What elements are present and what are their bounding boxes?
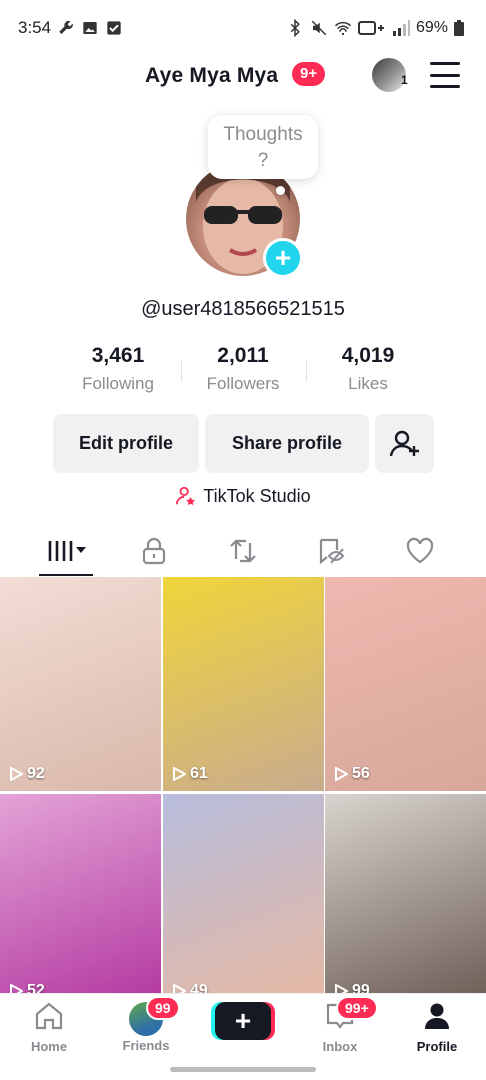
nav-home-label: Home	[30, 1039, 68, 1054]
tab-reposts[interactable]	[213, 526, 273, 576]
friends-badge: 99	[146, 996, 180, 1020]
nav-home[interactable]: Home	[9, 1002, 89, 1054]
add-user-icon	[389, 430, 419, 456]
wrench-icon	[57, 19, 75, 37]
play-icon	[335, 767, 348, 781]
profile-name-switcher[interactable]: Aye Mya Mya	[145, 64, 278, 88]
tab-liked[interactable]	[390, 526, 450, 576]
user-handle: @user4818566521515	[141, 298, 345, 320]
battery-percent: 69%	[415, 19, 448, 36]
profile-icon	[425, 1003, 449, 1029]
view-count: 92	[9, 765, 45, 783]
play-icon	[173, 767, 186, 781]
create-button[interactable]: +	[215, 1002, 271, 1040]
lock-icon	[142, 537, 166, 565]
gesture-bar[interactable]	[170, 1067, 316, 1072]
nav-friends[interactable]: Friends 99	[106, 996, 186, 1053]
video-thumbnail[interactable]: 61	[163, 577, 324, 791]
likes-count: 4,019	[341, 344, 395, 367]
video-thumbnail[interactable]: 92	[0, 577, 161, 791]
tab-private[interactable]	[124, 526, 184, 576]
stat-following[interactable]: 3,461 Following	[48, 344, 188, 394]
studio-icon	[176, 486, 196, 506]
content-tabs	[0, 526, 486, 578]
repost-icon	[230, 539, 256, 563]
video-thumbnail[interactable]: 56	[325, 577, 486, 791]
stats-row: 3,461 Following 2,011 Followers 4,019 Li…	[0, 344, 486, 400]
likes-label: Likes	[348, 374, 388, 393]
profile-header: Aye Mya Mya 9+ 1	[0, 56, 486, 96]
play-icon	[10, 767, 23, 781]
thought-tail	[276, 186, 285, 195]
inbox-badge: 99+	[336, 996, 378, 1020]
thoughts-question: ?	[257, 150, 269, 171]
clock: 3:54	[18, 18, 52, 37]
bookmark-eye-icon	[319, 538, 345, 565]
following-count: 3,461	[91, 344, 145, 367]
notification-badge: 9+	[292, 62, 326, 86]
heart-icon	[406, 537, 434, 564]
signal-icon	[392, 19, 410, 37]
view-count-value: 92	[27, 765, 45, 782]
thoughts-label: Thoughts	[223, 124, 303, 145]
account-count: 1	[401, 73, 408, 87]
following-label: Following	[82, 374, 154, 393]
home-icon	[35, 1002, 63, 1030]
tab-indicator	[39, 574, 93, 576]
volte-icon	[357, 19, 386, 37]
tab-videos[interactable]	[36, 526, 96, 576]
nav-inbox-label: Inbox	[322, 1039, 358, 1054]
menu-icon[interactable]	[430, 62, 460, 88]
edit-profile-button[interactable]: Edit profile	[53, 414, 199, 473]
image-icon	[81, 19, 99, 37]
view-count: 56	[334, 765, 370, 783]
studio-label: TikTok Studio	[203, 485, 311, 506]
status-bar: 3:54 69%	[0, 0, 486, 56]
followers-label: Followers	[206, 374, 280, 393]
view-count-value: 61	[190, 765, 208, 782]
video-thumbnail[interactable]: 49	[163, 794, 324, 1008]
stat-followers[interactable]: 2,011 Followers	[173, 344, 313, 394]
add-friends-button[interactable]	[375, 414, 434, 473]
add-avatar-icon[interactable]: +	[263, 238, 303, 278]
stat-likes[interactable]: 4,019 Likes	[298, 344, 438, 394]
thoughts-bubble[interactable]: Thoughts ?	[208, 115, 318, 179]
video-thumbnail[interactable]: 99	[325, 794, 486, 1008]
view-count: 61	[172, 765, 208, 783]
battery-icon	[454, 19, 464, 37]
share-profile-button[interactable]: Share profile	[205, 414, 369, 473]
nav-friends-label: Friends	[122, 1038, 170, 1053]
checkbox-icon	[105, 19, 123, 37]
bluetooth-icon	[286, 19, 304, 37]
nav-profile-label: Profile	[416, 1039, 458, 1054]
nav-inbox[interactable]: Inbox 99+	[300, 996, 380, 1054]
followers-count: 2,011	[217, 344, 269, 367]
videos-grid-icon	[48, 541, 86, 561]
nav-profile[interactable]: Profile	[397, 1002, 477, 1054]
view-count-value: 56	[352, 765, 370, 782]
tab-favorites[interactable]	[302, 526, 362, 576]
video-thumbnail[interactable]: 52	[0, 794, 161, 1008]
tiktok-studio-link[interactable]: TikTok Studio	[0, 485, 486, 512]
mute-icon	[310, 19, 328, 37]
wifi-icon	[334, 19, 352, 37]
